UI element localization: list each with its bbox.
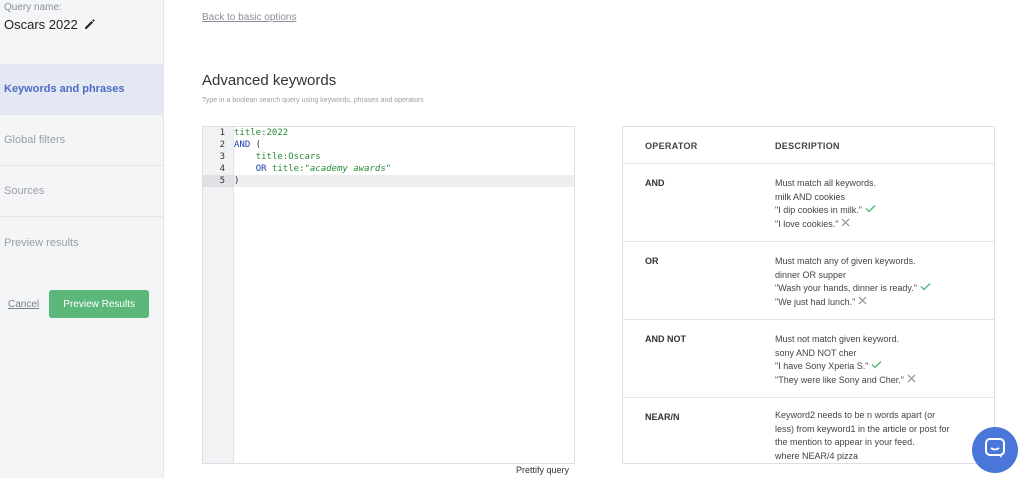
page-subtitle: Type in a boolean search query using key…: [202, 97, 424, 104]
line-number: 3: [219, 152, 225, 162]
description-example: dinner OR supper: [775, 269, 847, 280]
table-row: AND NOT Must not match given keyword. so…: [623, 320, 994, 398]
code-line: title:2022: [234, 127, 574, 139]
line-number: 4: [219, 164, 225, 174]
line-number-gutter: 1 2 3 4 5: [203, 127, 234, 463]
code-token-paren: ): [234, 176, 240, 186]
description-text: Must match any of given keywords.: [775, 256, 916, 266]
no-match-example: "They were like Sony and Cher.": [775, 374, 975, 388]
code-line: AND (: [234, 139, 574, 151]
description-example: where NEAR/4 pizza: [775, 450, 859, 461]
chat-icon: [984, 437, 1006, 464]
code-token-field: title:2022: [234, 128, 289, 138]
description-text: Keyword2 needs to be n words apart (or: [775, 410, 936, 420]
no-match-example: "We just had lunch.": [775, 296, 975, 310]
column-header-description: DESCRIPTION: [775, 141, 840, 151]
sidebar-nav: Keywords and phrases Global filters Sour…: [0, 64, 164, 268]
sidebar-actions: Cancel Preview Results: [0, 290, 150, 318]
code-token-string: "academy awards": [304, 164, 392, 174]
line-number: 1: [219, 128, 225, 138]
sidebar-item-sources[interactable]: Sources: [0, 166, 164, 217]
sidebar-item-preview-results[interactable]: Preview results: [0, 217, 164, 268]
code-token-field: title:: [266, 164, 305, 174]
operator-name: NEAR/N: [645, 412, 680, 422]
query-name[interactable]: Oscars 2022: [4, 17, 96, 32]
sidebar-item-label: Global filters: [4, 134, 66, 146]
sidebar-item-label: Preview results: [4, 236, 79, 249]
table-row: NEAR/N Keyword2 needs to be n words apar…: [623, 398, 994, 463]
operator-name: AND: [645, 178, 665, 188]
operator-description: Must match all keywords. milk AND cookie…: [775, 177, 975, 231]
line-number: 2: [219, 140, 225, 150]
description-text: Must match all keywords.: [775, 178, 877, 188]
description-text: the mention to appear in your feed.: [775, 437, 915, 447]
match-example: "I have Sony Xperia S.": [775, 360, 975, 374]
line-number-current: 5: [203, 175, 234, 187]
operator-reference-table: OPERATOR DESCRIPTION AND Must match all …: [622, 126, 995, 464]
code-line: title:Oscars: [234, 151, 574, 163]
check-icon: [865, 204, 876, 218]
cancel-link[interactable]: Cancel: [8, 299, 39, 310]
operator-name: OR: [645, 256, 659, 266]
sidebar-item-global-filters[interactable]: Global filters: [0, 115, 164, 166]
description-text: Must not match given keyword.: [775, 334, 900, 344]
table-row: AND Must match all keywords. milk AND co…: [623, 164, 994, 242]
sidebar-item-label: Sources: [4, 185, 45, 197]
query-name-text: Oscars 2022: [4, 17, 78, 32]
pencil-icon[interactable]: [83, 18, 96, 31]
no-match-example: "I love cookies.": [775, 218, 975, 232]
check-icon: [871, 360, 882, 374]
code-token-paren: (: [250, 140, 262, 150]
query-editor[interactable]: 1 2 3 4 5 title:2022 AND ( title:Oscars …: [202, 126, 575, 464]
code-area[interactable]: title:2022 AND ( title:Oscars OR title:"…: [234, 127, 574, 463]
cross-icon: [858, 296, 867, 310]
cross-icon: [841, 218, 850, 232]
app-root: Query name: Oscars 2022 Keywords and phr…: [0, 0, 1024, 478]
code-token-operator: OR: [255, 164, 267, 174]
prettify-query-button[interactable]: Prettify query: [516, 465, 569, 475]
code-token-operator: AND: [234, 140, 251, 150]
column-header-operator: OPERATOR: [645, 141, 698, 151]
operator-name: AND NOT: [645, 334, 686, 344]
table-row: OR Must match any of given keywords. din…: [623, 242, 994, 320]
cross-icon: [907, 374, 916, 388]
operator-description: Keyword2 needs to be n words apart (or l…: [775, 409, 985, 463]
description-example: milk AND cookies: [775, 191, 846, 202]
query-name-label: Query name:: [4, 2, 62, 13]
back-to-basic-link[interactable]: Back to basic options: [202, 12, 297, 23]
operator-description: Must not match given keyword. sony AND N…: [775, 333, 975, 387]
description-example: sony AND NOT cher: [775, 347, 857, 358]
check-icon: [920, 282, 931, 296]
sidebar-item-label: Keywords and phrases: [4, 83, 125, 95]
code-line: OR title:"academy awards": [234, 163, 574, 175]
description-text: less) from keyword1 in the article or po…: [775, 423, 950, 434]
operator-description: Must match any of given keywords. dinner…: [775, 255, 975, 309]
match-example: "Wash your hands, dinner is ready.": [775, 282, 975, 296]
match-example: "I dip cookies in milk.": [775, 204, 975, 218]
chat-launcher-button[interactable]: [972, 427, 1018, 473]
code-line-current: ): [234, 175, 574, 187]
table-header: OPERATOR DESCRIPTION: [623, 127, 994, 164]
preview-results-button[interactable]: Preview Results: [49, 290, 150, 318]
code-token-field: title:Oscars: [255, 152, 321, 162]
sidebar: Query name: Oscars 2022 Keywords and phr…: [0, 0, 164, 478]
page-title: Advanced keywords: [202, 72, 337, 89]
sidebar-item-keywords[interactable]: Keywords and phrases: [0, 64, 164, 115]
